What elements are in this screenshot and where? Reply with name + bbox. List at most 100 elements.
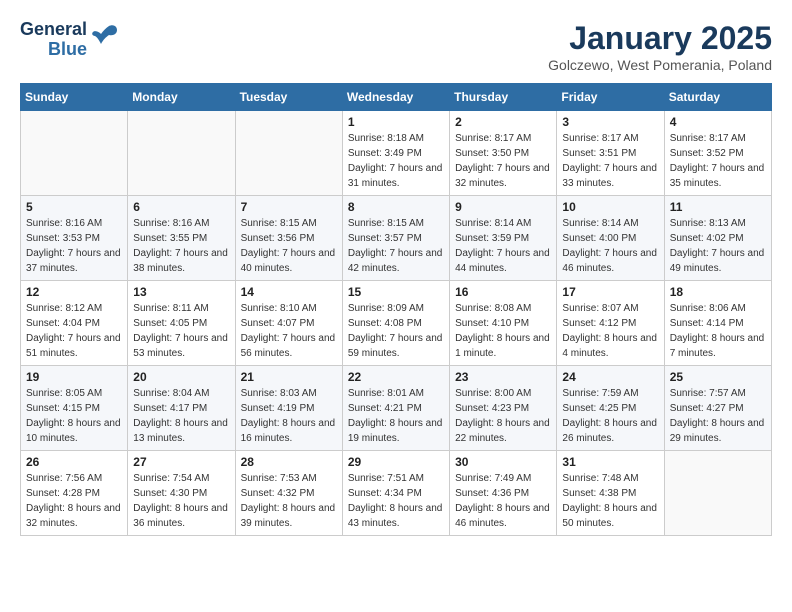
day-cell: 26Sunrise: 7:56 AM Sunset: 4:28 PM Dayli…: [21, 451, 128, 536]
day-number: 25: [670, 370, 766, 384]
day-number: 8: [348, 200, 444, 214]
day-number: 21: [241, 370, 337, 384]
day-number: 12: [26, 285, 122, 299]
day-cell: 23 Sunrise: 8:00 AM Sunset: 4:23 PM Dayli…: [450, 366, 557, 451]
day-cell: 4 Sunrise: 8:17 AM Sunset: 3:52 PM Daylig…: [664, 111, 771, 196]
day-cell: [128, 111, 235, 196]
logo-bird-icon: [89, 22, 119, 57]
day-number: 6: [133, 200, 229, 214]
day-number: 26: [26, 455, 122, 469]
day-info: Sunrise: 8:04 AM Sunset: 4:17 PM Dayligh…: [133, 386, 229, 446]
day-cell: 9Sunrise: 8:14 AM Sunset: 3:59 PM Daylig…: [450, 196, 557, 281]
day-info: Sunrise: 8:17 AM Sunset: 3:52 PM Dayligh…: [670, 131, 766, 191]
day-number: 16: [455, 285, 551, 299]
day-number: 3: [562, 115, 658, 129]
day-info: Sunrise: 8:17 AM Sunset: 3:50 PM Dayligh…: [455, 131, 551, 191]
day-cell: 6 Sunrise: 8:16 AM Sunset: 3:55 PM Daylig…: [128, 196, 235, 281]
day-cell: [235, 111, 342, 196]
day-cell: 29Sunrise: 7:51 AM Sunset: 4:34 PM Dayli…: [342, 451, 449, 536]
day-number: 5: [26, 200, 122, 214]
day-number: 23: [455, 370, 551, 384]
weekday-header-thursday: Thursday: [450, 84, 557, 111]
day-cell: 17 Sunrise: 8:07 AM Sunset: 4:12 PM Dayli…: [557, 281, 664, 366]
week-row-5: 26Sunrise: 7:56 AM Sunset: 4:28 PM Dayli…: [21, 451, 772, 536]
day-info: Sunrise: 7:49 AM Sunset: 4:36 PM Dayligh…: [455, 471, 551, 531]
day-info: Sunrise: 8:13 AM Sunset: 4:02 PM Dayligh…: [670, 216, 766, 276]
day-info: Sunrise: 8:08 AM Sunset: 4:10 PM Dayligh…: [455, 301, 551, 361]
day-info: Sunrise: 8:09 AM Sunset: 4:08 PM Dayligh…: [348, 301, 444, 361]
day-number: 14: [241, 285, 337, 299]
day-cell: 10Sunrise: 8:14 AM Sunset: 4:00 PM Dayli…: [557, 196, 664, 281]
day-info: Sunrise: 7:54 AM Sunset: 4:30 PM Dayligh…: [133, 471, 229, 531]
logo: General Blue: [20, 20, 119, 60]
title-block: January 2025 Golczewo, West Pomerania, P…: [548, 20, 772, 73]
header: General Blue January 2025 Golczewo, West…: [20, 20, 772, 73]
day-info: Sunrise: 8:18 AM Sunset: 3:49 PM Dayligh…: [348, 131, 444, 191]
weekday-header-tuesday: Tuesday: [235, 84, 342, 111]
weekday-header-row: SundayMondayTuesdayWednesdayThursdayFrid…: [21, 84, 772, 111]
day-info: Sunrise: 8:03 AM Sunset: 4:19 PM Dayligh…: [241, 386, 337, 446]
day-cell: 22 Sunrise: 8:01 AM Sunset: 4:21 PM Dayli…: [342, 366, 449, 451]
calendar-table: SundayMondayTuesdayWednesdayThursdayFrid…: [20, 83, 772, 536]
day-info: Sunrise: 7:57 AM Sunset: 4:27 PM Dayligh…: [670, 386, 766, 446]
day-number: 11: [670, 200, 766, 214]
logo-general: General: [20, 20, 87, 40]
day-number: 22: [348, 370, 444, 384]
day-cell: 21 Sunrise: 8:03 AM Sunset: 4:19 PM Dayli…: [235, 366, 342, 451]
day-number: 17: [562, 285, 658, 299]
day-number: 19: [26, 370, 122, 384]
day-number: 30: [455, 455, 551, 469]
weekday-header-wednesday: Wednesday: [342, 84, 449, 111]
day-cell: 13 Sunrise: 8:11 AM Sunset: 4:05 PM Dayli…: [128, 281, 235, 366]
day-info: Sunrise: 8:15 AM Sunset: 3:56 PM Dayligh…: [241, 216, 337, 276]
day-cell: 28Sunrise: 7:53 AM Sunset: 4:32 PM Dayli…: [235, 451, 342, 536]
weekday-header-saturday: Saturday: [664, 84, 771, 111]
day-info: Sunrise: 8:07 AM Sunset: 4:12 PM Dayligh…: [562, 301, 658, 361]
day-info: Sunrise: 7:51 AM Sunset: 4:34 PM Dayligh…: [348, 471, 444, 531]
day-number: 13: [133, 285, 229, 299]
day-cell: 5 Sunrise: 8:16 AM Sunset: 3:53 PM Daylig…: [21, 196, 128, 281]
calendar-title: January 2025: [548, 20, 772, 57]
weekday-header-sunday: Sunday: [21, 84, 128, 111]
day-cell: 8Sunrise: 8:15 AM Sunset: 3:57 PM Daylig…: [342, 196, 449, 281]
day-number: 24: [562, 370, 658, 384]
day-cell: 11 Sunrise: 8:13 AM Sunset: 4:02 PM Dayli…: [664, 196, 771, 281]
day-number: 10: [562, 200, 658, 214]
day-number: 20: [133, 370, 229, 384]
day-cell: 15 Sunrise: 8:09 AM Sunset: 4:08 PM Dayli…: [342, 281, 449, 366]
day-number: 7: [241, 200, 337, 214]
day-cell: 25 Sunrise: 7:57 AM Sunset: 4:27 PM Dayli…: [664, 366, 771, 451]
day-cell: 7 Sunrise: 8:15 AM Sunset: 3:56 PM Daylig…: [235, 196, 342, 281]
day-info: Sunrise: 8:16 AM Sunset: 3:53 PM Dayligh…: [26, 216, 122, 276]
day-info: Sunrise: 7:48 AM Sunset: 4:38 PM Dayligh…: [562, 471, 658, 531]
day-info: Sunrise: 8:11 AM Sunset: 4:05 PM Dayligh…: [133, 301, 229, 361]
week-row-4: 19 Sunrise: 8:05 AM Sunset: 4:15 PM Dayli…: [21, 366, 772, 451]
day-info: Sunrise: 8:05 AM Sunset: 4:15 PM Dayligh…: [26, 386, 122, 446]
calendar-subtitle: Golczewo, West Pomerania, Poland: [548, 57, 772, 73]
logo-blue: Blue: [48, 40, 87, 60]
day-cell: 18 Sunrise: 8:06 AM Sunset: 4:14 PM Dayli…: [664, 281, 771, 366]
day-cell: [664, 451, 771, 536]
day-info: Sunrise: 8:17 AM Sunset: 3:51 PM Dayligh…: [562, 131, 658, 191]
day-cell: 14Sunrise: 8:10 AM Sunset: 4:07 PM Dayli…: [235, 281, 342, 366]
day-cell: 1Sunrise: 8:18 AM Sunset: 3:49 PM Daylig…: [342, 111, 449, 196]
day-cell: 24 Sunrise: 7:59 AM Sunset: 4:25 PM Dayli…: [557, 366, 664, 451]
day-number: 4: [670, 115, 766, 129]
weekday-header-monday: Monday: [128, 84, 235, 111]
day-number: 2: [455, 115, 551, 129]
day-cell: 12Sunrise: 8:12 AM Sunset: 4:04 PM Dayli…: [21, 281, 128, 366]
day-info: Sunrise: 8:06 AM Sunset: 4:14 PM Dayligh…: [670, 301, 766, 361]
day-cell: [21, 111, 128, 196]
week-row-3: 12Sunrise: 8:12 AM Sunset: 4:04 PM Dayli…: [21, 281, 772, 366]
week-row-2: 5 Sunrise: 8:16 AM Sunset: 3:53 PM Daylig…: [21, 196, 772, 281]
day-number: 18: [670, 285, 766, 299]
day-info: Sunrise: 7:59 AM Sunset: 4:25 PM Dayligh…: [562, 386, 658, 446]
day-cell: 19 Sunrise: 8:05 AM Sunset: 4:15 PM Dayli…: [21, 366, 128, 451]
day-info: Sunrise: 8:16 AM Sunset: 3:55 PM Dayligh…: [133, 216, 229, 276]
day-cell: 16 Sunrise: 8:08 AM Sunset: 4:10 PM Dayli…: [450, 281, 557, 366]
day-cell: 20 Sunrise: 8:04 AM Sunset: 4:17 PM Dayli…: [128, 366, 235, 451]
day-number: 15: [348, 285, 444, 299]
day-info: Sunrise: 8:01 AM Sunset: 4:21 PM Dayligh…: [348, 386, 444, 446]
day-info: Sunrise: 8:00 AM Sunset: 4:23 PM Dayligh…: [455, 386, 551, 446]
day-cell: 3 Sunrise: 8:17 AM Sunset: 3:51 PM Daylig…: [557, 111, 664, 196]
